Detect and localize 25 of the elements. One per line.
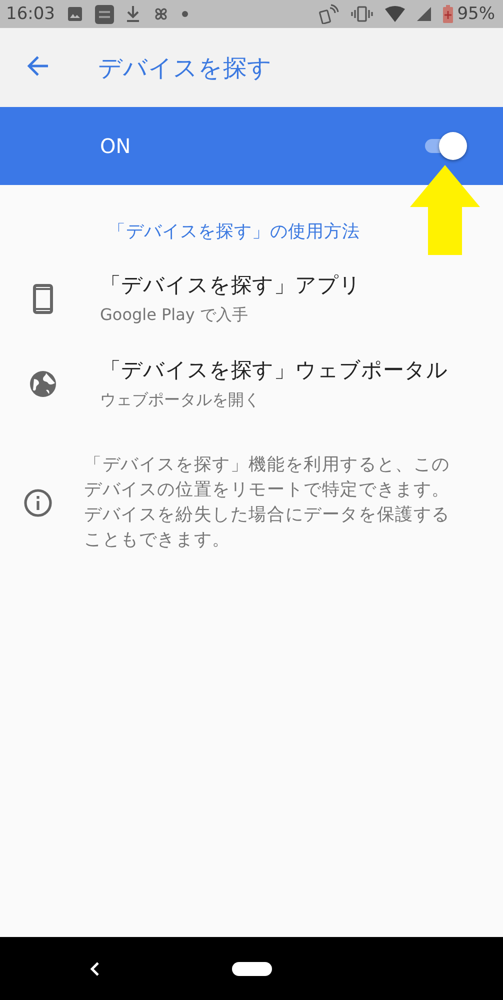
item-subtitle: ウェブポータルを開く [100, 390, 261, 411]
battery-percent: 95% [457, 4, 495, 24]
page-title: デバイスを探す [98, 52, 272, 84]
dot-icon [182, 11, 188, 17]
status-time: 16:03 [6, 4, 55, 24]
phone-icon [33, 284, 53, 314]
phone-signal-icon [319, 4, 340, 24]
image-icon [67, 6, 83, 22]
battery-icon [443, 5, 454, 23]
info-text: 「デバイスを探す」機能を利用すると、このデバイスの位置をリモートで特定できます。デバイスを紛失した場合にデータを保護することもできます。 [84, 454, 451, 552]
cell-signal-icon [417, 7, 432, 21]
globe-icon [29, 370, 57, 398]
info-icon [24, 489, 52, 517]
help-link[interactable]: 「デバイスを探す」の使用方法 [108, 219, 360, 243]
vibrate-icon [351, 6, 374, 22]
home-button[interactable] [232, 962, 272, 976]
app-icon [95, 4, 114, 24]
download-icon [126, 5, 140, 23]
wifi-icon [385, 6, 406, 22]
switch-label: ON [100, 134, 132, 158]
item-title[interactable]: 「デバイスを探す」ウェブポータル [100, 356, 448, 384]
item-subtitle: Google Play で入手 [100, 305, 249, 326]
item-title[interactable]: 「デバイスを探す」アプリ [100, 271, 361, 299]
fan-icon [152, 5, 170, 23]
toggle-switch[interactable] [423, 132, 467, 160]
